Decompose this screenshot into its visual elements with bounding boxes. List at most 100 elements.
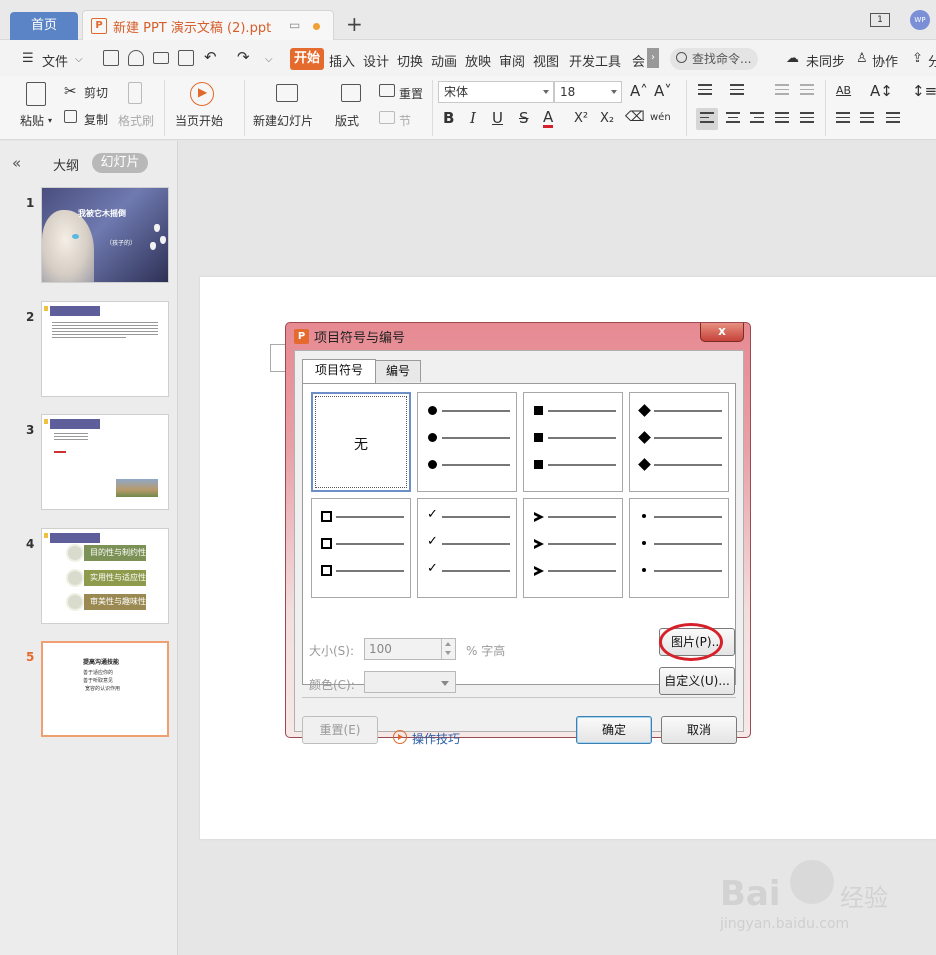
distribute-icon[interactable] bbox=[800, 112, 814, 126]
save-icon[interactable] bbox=[103, 50, 119, 66]
menu-developer[interactable]: 开发工具 bbox=[569, 51, 621, 70]
cloud-sync-icon[interactable]: ☁ bbox=[786, 51, 799, 66]
sync-status[interactable]: 未同步 bbox=[806, 51, 845, 70]
decrease-font-icon[interactable]: A˅ bbox=[654, 82, 672, 100]
bold-button[interactable]: B bbox=[443, 109, 454, 127]
menu-scroll-right-icon[interactable]: › bbox=[647, 48, 659, 68]
underline-button[interactable]: U bbox=[492, 109, 503, 127]
new-slide-icon[interactable] bbox=[276, 84, 298, 102]
line-spacing-icon[interactable]: ↕≡ bbox=[912, 82, 936, 100]
search-input[interactable]: 查找命令... bbox=[670, 48, 758, 70]
redo-icon[interactable]: ↷ bbox=[237, 48, 250, 66]
bullet-option-small-dot[interactable] bbox=[629, 498, 729, 598]
menu-slideshow[interactable]: 放映 bbox=[465, 51, 491, 70]
cut-button[interactable]: 剪切 bbox=[84, 84, 108, 101]
reset-icon[interactable] bbox=[379, 84, 395, 97]
increase-font-icon[interactable]: A˄ bbox=[630, 82, 648, 100]
italic-button[interactable]: I bbox=[470, 109, 476, 127]
paragraph-spacing-icon[interactable] bbox=[836, 112, 850, 126]
collaborate-button[interactable]: 协作 bbox=[872, 51, 898, 70]
text-direction-icon[interactable]: AB bbox=[836, 84, 851, 97]
tab-slides[interactable]: 幻灯片 bbox=[92, 153, 148, 173]
tab-document[interactable]: P 新建 PPT 演示文稿 (2).ppt ▭ bbox=[82, 10, 334, 40]
copy-button[interactable]: 复制 bbox=[84, 111, 108, 128]
menu-hamburger-icon[interactable]: ☰ bbox=[22, 51, 34, 66]
font-name-select[interactable]: 宋体 bbox=[438, 81, 554, 103]
bullet-option-none[interactable]: 无 bbox=[311, 392, 411, 492]
menu-review[interactable]: 审阅 bbox=[499, 51, 525, 70]
ok-button[interactable]: 确定 bbox=[576, 716, 652, 744]
monitor-icon[interactable]: ▭ bbox=[289, 18, 300, 32]
align-left-icon[interactable] bbox=[700, 112, 714, 126]
cancel-button[interactable]: 取消 bbox=[661, 716, 737, 744]
sort-text-icon[interactable]: A↕ bbox=[870, 82, 893, 100]
slide-thumbnail-3[interactable] bbox=[41, 414, 169, 510]
undo-icon[interactable]: ↶ bbox=[204, 48, 217, 66]
tips-link[interactable]: 操作技巧 bbox=[412, 730, 460, 747]
paste-button[interactable]: 粘贴 bbox=[20, 112, 44, 129]
tab-bullets[interactable]: 项目符号 bbox=[302, 359, 376, 383]
bullet-list-icon[interactable] bbox=[698, 84, 712, 98]
copy-icon[interactable] bbox=[64, 110, 77, 123]
phonetic-guide-button[interactable]: wén bbox=[650, 112, 671, 123]
paste-icon[interactable] bbox=[26, 82, 46, 106]
bullet-option-filled-circle[interactable] bbox=[417, 392, 517, 492]
section-icon bbox=[379, 111, 395, 124]
collapse-panel-icon[interactable]: « bbox=[12, 154, 21, 172]
slide-thumbnail-5[interactable]: 提高沟通技能 善于适应你的 善于听取意见 宽容的认识作用 bbox=[41, 641, 169, 737]
numbered-list-icon[interactable] bbox=[730, 84, 744, 98]
print-preview-icon[interactable] bbox=[178, 50, 194, 66]
align-center-icon[interactable] bbox=[726, 112, 740, 126]
superscript-button[interactable]: X² bbox=[574, 111, 588, 126]
avatar[interactable]: WP bbox=[910, 10, 930, 30]
slide-thumbnail-4[interactable]: 目的性与制约性 实用性与适应性 审美性与趣味性 bbox=[41, 528, 169, 624]
tab-numbering[interactable]: 编号 bbox=[375, 360, 421, 382]
bullet-option-diamond[interactable] bbox=[629, 392, 729, 492]
bullet-option-arrowhead[interactable] bbox=[523, 498, 623, 598]
menu-file[interactable]: 文件 bbox=[42, 51, 68, 70]
tab-outline[interactable]: 大纲 bbox=[53, 155, 79, 174]
chevron-down-icon[interactable]: ⌵ bbox=[75, 54, 83, 65]
quick-access-chevron-icon[interactable]: ⌵ bbox=[265, 54, 273, 65]
align-right-icon[interactable] bbox=[750, 112, 764, 126]
share-icon[interactable]: ⇪ bbox=[912, 51, 923, 66]
customize-button[interactable]: 自定义(U)... bbox=[659, 667, 735, 695]
add-tab-button[interactable]: + bbox=[346, 12, 363, 36]
strikethrough-button[interactable]: S bbox=[519, 109, 529, 127]
user-icon[interactable]: ♙ bbox=[856, 51, 868, 66]
dialog-title: 项目符号与编号 bbox=[314, 331, 406, 346]
play-circle-icon[interactable] bbox=[393, 730, 407, 744]
menu-member[interactable]: 会 bbox=[632, 51, 645, 70]
slide-thumbnail-2[interactable] bbox=[41, 301, 169, 397]
menu-transitions[interactable]: 切换 bbox=[397, 51, 423, 70]
slide-thumbnail-1[interactable]: 我被它木摇倒 （孩子的） bbox=[41, 187, 169, 283]
subscript-button[interactable]: X₂ bbox=[600, 111, 614, 126]
menu-home[interactable]: 开始 bbox=[290, 48, 324, 70]
share-button[interactable]: 分 bbox=[928, 51, 936, 70]
font-size-select[interactable]: 18 bbox=[554, 81, 622, 103]
close-button[interactable]: x bbox=[700, 323, 744, 342]
paste-chevron-icon[interactable]: ▾ bbox=[48, 116, 52, 125]
bullet-option-checkmark[interactable]: ✓ ✓ ✓ bbox=[417, 498, 517, 598]
scissors-icon[interactable]: ✂ bbox=[64, 82, 77, 100]
window-count-icon[interactable]: 1 bbox=[870, 13, 890, 27]
bullet-option-hollow-square[interactable] bbox=[311, 498, 411, 598]
menu-view[interactable]: 视图 bbox=[533, 51, 559, 70]
layout-button[interactable]: 版式 bbox=[335, 112, 359, 129]
layout-icon[interactable] bbox=[341, 84, 361, 102]
export-icon[interactable] bbox=[128, 50, 144, 66]
menu-animations[interactable]: 动画 bbox=[431, 51, 457, 70]
justify-icon[interactable] bbox=[775, 112, 789, 126]
clear-format-icon[interactable]: ⌫ bbox=[625, 109, 645, 125]
text-box-icon[interactable] bbox=[886, 112, 900, 126]
menu-design[interactable]: 设计 bbox=[363, 51, 389, 70]
play-from-current-button[interactable]: 当页开始 bbox=[175, 112, 223, 129]
menu-insert[interactable]: 插入 bbox=[329, 51, 355, 70]
bullet-option-filled-square[interactable] bbox=[523, 392, 623, 492]
print-icon[interactable] bbox=[153, 52, 169, 64]
new-slide-button[interactable]: 新建幻灯片 bbox=[253, 112, 313, 129]
font-color-button[interactable]: A bbox=[543, 109, 554, 128]
reset-button[interactable]: 重置 bbox=[399, 85, 423, 102]
columns-icon[interactable] bbox=[860, 112, 874, 126]
tab-home[interactable]: 首页 bbox=[10, 12, 78, 40]
